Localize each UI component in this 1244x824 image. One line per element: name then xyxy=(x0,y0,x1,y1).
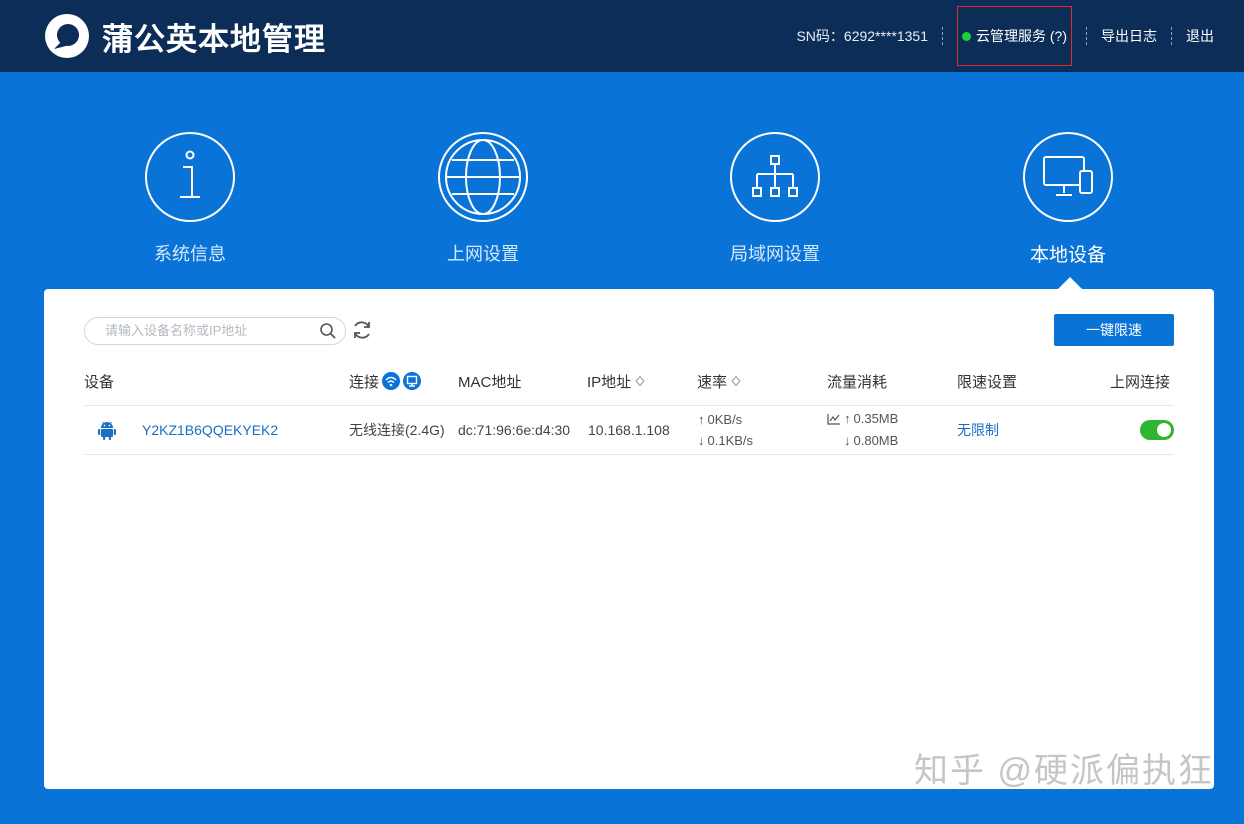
devices-icon xyxy=(1023,132,1113,222)
wired-filter-icon[interactable] xyxy=(403,372,422,390)
rate-upload-value: 0KB/s xyxy=(707,412,743,427)
network-icon xyxy=(730,132,820,222)
cloud-service-label: 云管理服务 (?) xyxy=(976,28,1067,44)
nav-label: 系统信息 xyxy=(154,244,226,264)
search-input[interactable] xyxy=(103,322,307,339)
active-tab-pointer xyxy=(1058,277,1082,289)
limit-setting-link[interactable]: 无限制 xyxy=(957,406,999,454)
nav-item-local-devices[interactable]: 本地设备 xyxy=(968,132,1168,267)
header-ip-label: IP地址 xyxy=(587,373,632,391)
top-bar: 蒲公英本地管理 SN码：6292****1351 云管理服务 (?) 导出日志 … xyxy=(0,0,1244,72)
toggle-knob xyxy=(1157,423,1171,437)
devices-panel: 一键限速 设备 连接 MAC地址 IP地址 速率 流量消耗 限速设置 上网连接 xyxy=(44,289,1214,789)
traffic-chart-icon[interactable] xyxy=(827,413,841,425)
header-connection: 连接 xyxy=(349,371,422,391)
watermark: 知乎 @硬派偏执狂 xyxy=(914,752,1214,790)
header-rate-label: 速率 xyxy=(697,373,728,391)
dandelion-logo-icon xyxy=(45,14,89,58)
internet-access-toggle[interactable] xyxy=(1140,420,1174,440)
header-ip[interactable]: IP地址 xyxy=(587,371,645,391)
connection-type: 无线连接(2.4G) xyxy=(349,422,445,438)
main-nav: 系统信息 上网设置 局域网设置 本地设备 xyxy=(44,132,1214,272)
search-box xyxy=(84,317,346,345)
nav-item-lan-settings[interactable]: 局域网设置 xyxy=(675,132,875,266)
arrow-down-icon: ↓ xyxy=(698,433,705,448)
divider xyxy=(942,27,943,45)
traffic-download: ↓ 0.80MB xyxy=(844,433,898,448)
divider xyxy=(1171,27,1172,45)
rate-download: ↓ 0.1KB/s xyxy=(698,433,753,448)
nav-label: 局域网设置 xyxy=(730,244,820,264)
export-log-link[interactable]: 导出日志 xyxy=(1101,26,1157,46)
nav-item-system-info[interactable]: 系统信息 xyxy=(90,132,290,266)
cloud-service-link[interactable]: 云管理服务 (?) xyxy=(957,6,1072,66)
device-name-link[interactable]: Y2KZ1B6QQEKYEK2 xyxy=(142,406,278,454)
brand: 蒲公英本地管理 xyxy=(44,13,326,59)
header-rate[interactable]: 速率 xyxy=(697,371,741,391)
nav-item-internet-settings[interactable]: 上网设置 xyxy=(383,132,583,266)
traffic-upload-value: 0.35MB xyxy=(853,411,899,426)
header-mac: MAC地址 xyxy=(458,373,522,391)
header-connection-label: 连接 xyxy=(349,373,380,391)
globe-icon xyxy=(438,132,528,222)
serial-number: SN码：6292****1351 xyxy=(796,28,928,44)
arrow-up-icon: ↑ xyxy=(844,411,851,426)
arrow-down-icon: ↓ xyxy=(844,433,851,448)
table-row: Y2KZ1B6QQEKYEK2 无线连接(2.4G) dc:71:96:6e:d… xyxy=(84,406,1174,455)
traffic-upload: ↑ 0.35MB xyxy=(827,411,898,426)
mac-address: dc:71:96:6e:d4:30 xyxy=(458,422,571,438)
search-icon[interactable] xyxy=(319,322,337,340)
online-status-dot-icon xyxy=(962,31,971,41)
arrow-up-icon: ↑ xyxy=(698,412,705,427)
traffic-download-value: 0.80MB xyxy=(853,433,899,448)
table-header: 设备 连接 MAC地址 IP地址 速率 流量消耗 限速设置 上网连接 xyxy=(84,371,1174,406)
nav-label: 上网设置 xyxy=(447,244,519,264)
divider xyxy=(1086,27,1087,45)
header-online: 上网连接 xyxy=(1110,373,1171,391)
app-title: 蒲公英本地管理 xyxy=(102,21,326,57)
android-icon xyxy=(98,406,116,454)
rate-upload: ↑ 0KB/s xyxy=(698,412,742,427)
one-click-limit-button[interactable]: 一键限速 xyxy=(1054,314,1174,346)
sort-icon[interactable] xyxy=(635,376,645,386)
sort-icon[interactable] xyxy=(731,376,741,386)
top-links: SN码：6292****1351 云管理服务 (?) 导出日志 退出 xyxy=(796,0,1214,72)
info-icon xyxy=(145,132,235,222)
header-limit: 限速设置 xyxy=(957,373,1018,391)
header-traffic: 流量消耗 xyxy=(827,373,888,391)
nav-label: 本地设备 xyxy=(1029,245,1106,266)
rate-download-value: 0.1KB/s xyxy=(707,433,754,448)
ip-address: 10.168.1.108 xyxy=(588,422,670,438)
logout-link[interactable]: 退出 xyxy=(1186,26,1214,46)
wifi-filter-icon[interactable] xyxy=(382,372,401,390)
refresh-icon[interactable] xyxy=(351,319,373,341)
header-device: 设备 xyxy=(84,373,115,391)
